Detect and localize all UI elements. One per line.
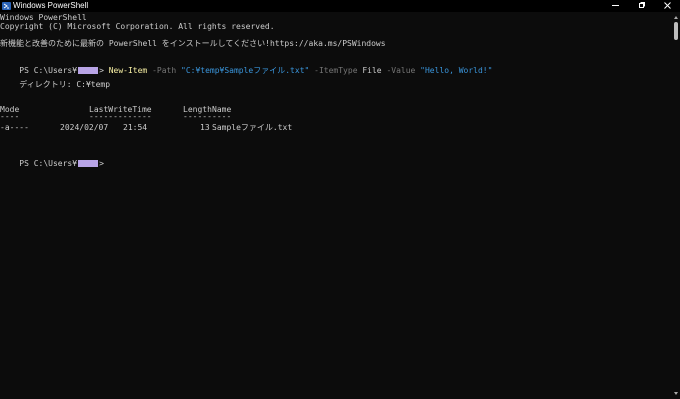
prompt-prefix: PS C:\Users¥ [19,66,78,75]
close-button[interactable] [655,0,680,12]
title-bar[interactable]: Windows PowerShell [0,0,680,12]
maximize-icon [638,1,645,11]
close-icon [664,1,671,11]
underline-name: ---- [212,112,232,121]
value-param: -Value [386,66,416,75]
directory-line: ディレクトリ: C:¥temp [0,80,111,89]
scroll-up-arrow-icon[interactable] [674,16,678,19]
banner-upgrade-notice: 新機能と改善のために最新の PowerShell をインストールしてください!h… [0,39,386,48]
row-mode: -a---- [0,123,29,132]
masked-username [78,67,99,74]
prompt-suffix: > [99,159,104,168]
scroll-down-arrow-icon[interactable] [674,392,678,395]
itemtype-value: File [362,66,382,75]
path-param: -Path [152,66,177,75]
vertical-scrollbar[interactable] [672,12,680,399]
value-value: "Hello, World!" [420,66,493,75]
maximize-button[interactable] [629,0,654,12]
row-length: 13 [200,123,210,132]
scroll-thumb[interactable] [674,22,678,40]
row-date: 2024/02/07 [60,123,109,132]
prompt-prefix: PS C:\Users¥ [19,159,78,168]
minimize-button[interactable] [603,0,628,12]
masked-username [78,160,99,167]
minimize-icon [612,2,619,11]
itemtype-param: -ItemType [314,66,358,75]
command-line: PS C:\Users¥ > New-Item -Path "C:¥temp¥Sa… [0,54,492,75]
cmdlet: New-Item [108,66,148,75]
current-prompt[interactable]: PS C:\Users¥ > [0,147,104,168]
prompt-suffix: > [99,66,104,75]
underline-mode: ---- [0,112,20,121]
path-value: "C:¥temp¥Sampleファイル.txt" [181,66,310,75]
powershell-icon [2,2,11,10]
underline-length: ------ [183,112,212,121]
table-row: -a---- 2024/02/07 21:54 13 Sampleファイル.tx… [0,122,320,133]
banner-copyright: Copyright (C) Microsoft Corporation. All… [0,22,275,31]
table-underline: ---- ------------- ------ ---- [0,111,300,122]
terminal-output[interactable]: Windows PowerShell Copyright (C) Microso… [0,12,672,399]
window-title: Windows PowerShell [13,1,89,10]
underline-lastwritetime: ------------- [89,112,152,121]
row-time: 21:54 [123,123,148,132]
row-name: Sampleファイル.txt [212,123,293,132]
